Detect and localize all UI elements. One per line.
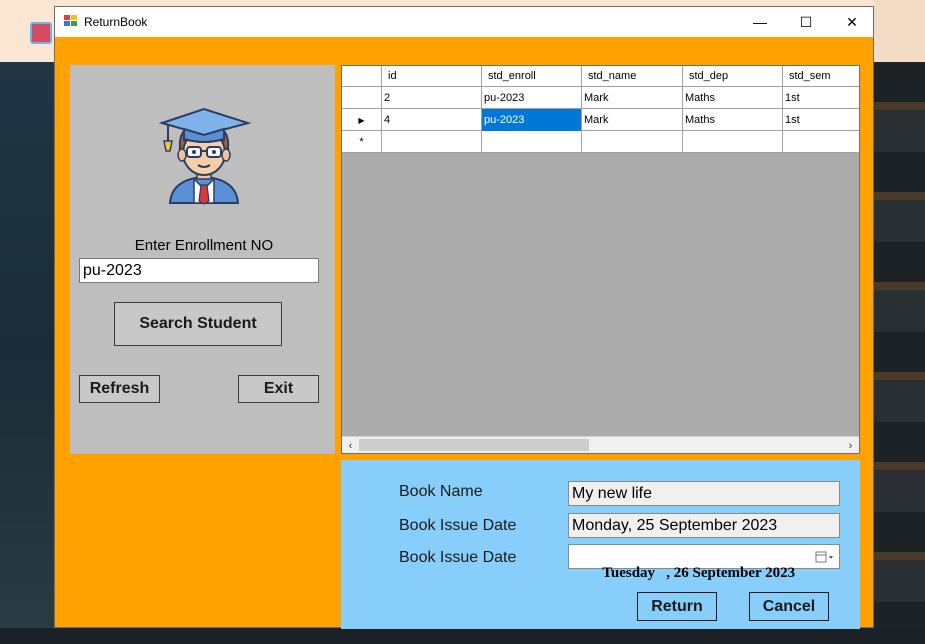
calendar-dropdown-icon[interactable] — [815, 550, 835, 564]
return-date-label: Book Issue Date — [399, 549, 517, 566]
cell-std-name[interactable]: Mark — [582, 87, 683, 109]
window-title: ReturnBook — [84, 15, 148, 29]
column-header-std-enroll[interactable]: std_enroll — [482, 66, 582, 87]
scroll-left-arrow-icon[interactable]: ‹ — [342, 437, 359, 454]
cell-std-enroll[interactable] — [482, 131, 582, 153]
current-row-marker[interactable]: ▶ — [342, 109, 382, 131]
return-date-value: Tuesday , 26 September 2023 — [602, 565, 796, 581]
book-name-field[interactable] — [568, 481, 840, 506]
cell-std-name[interactable]: Mark — [582, 109, 683, 131]
scroll-right-arrow-icon[interactable]: › — [842, 437, 859, 454]
desktop-background-bookshelf — [874, 62, 925, 644]
close-button[interactable]: ✕ — [829, 7, 875, 37]
cell-std-dep[interactable]: Maths — [683, 109, 783, 131]
search-panel: Enter Enrollment NO Search Student Refre… — [70, 65, 335, 454]
cell-std-sem[interactable]: 1st — [783, 87, 859, 109]
row-header[interactable] — [342, 87, 382, 109]
return-date-picker[interactable]: Tuesday , 26 September 2023 — [568, 544, 840, 581]
cancel-button[interactable]: Cancel — [749, 592, 829, 621]
maximize-button[interactable]: ☐ — [783, 7, 829, 37]
return-form-panel: Book Name Book Issue Date Book Issue Dat… — [341, 460, 860, 629]
column-header-std-name[interactable]: std_name — [582, 66, 683, 87]
desktop-background-bottom — [0, 628, 925, 644]
row-header-corner[interactable] — [342, 66, 382, 87]
student-data-grid[interactable]: id std_enroll std_name std_dep std_sem 2… — [341, 65, 860, 454]
column-header-std-dep[interactable]: std_dep — [683, 66, 783, 87]
new-row-marker[interactable]: * — [342, 131, 382, 153]
table-row[interactable]: 2 pu-2023 Mark Maths 1st — [342, 87, 859, 109]
scrollbar-thumb[interactable] — [359, 439, 589, 451]
cell-id[interactable]: 4 — [382, 109, 482, 131]
cell-std-name[interactable] — [582, 131, 683, 153]
graduate-student-icon — [158, 107, 252, 205]
enrollment-label: Enter Enrollment NO — [134, 237, 274, 254]
issue-date-field[interactable] — [568, 513, 840, 538]
column-header-std-sem[interactable]: std_sem — [783, 66, 859, 87]
refresh-button[interactable]: Refresh — [79, 375, 160, 403]
enrollment-input[interactable] — [79, 258, 319, 283]
cell-std-enroll[interactable]: pu-2023 — [482, 87, 582, 109]
exit-button[interactable]: Exit — [238, 375, 319, 403]
cell-std-dep[interactable] — [683, 131, 783, 153]
issue-date-label: Book Issue Date — [399, 517, 517, 534]
desktop-icon[interactable] — [30, 22, 52, 44]
returnbook-window: ReturnBook — ☐ ✕ Enter Enrollment NO pu-… — [54, 6, 874, 629]
cell-std-sem[interactable] — [783, 131, 859, 153]
table-row[interactable]: ▶ 4 pu-2023 Mark Maths 1st — [342, 109, 859, 131]
return-button[interactable]: Return — [637, 592, 717, 621]
app-window-icon — [64, 15, 78, 28]
minimize-button[interactable]: — — [737, 7, 783, 37]
title-bar[interactable]: ReturnBook — ☐ ✕ — [55, 7, 873, 37]
column-header-id[interactable]: id — [382, 66, 482, 87]
search-student-button[interactable]: Search Student — [114, 302, 282, 346]
horizontal-scrollbar[interactable]: ‹ › — [342, 436, 859, 453]
cell-std-sem[interactable]: 1st — [783, 109, 859, 131]
book-name-label: Book Name — [399, 483, 483, 500]
cell-id[interactable] — [382, 131, 482, 153]
new-row[interactable]: * — [342, 131, 859, 153]
cell-std-enroll-selected[interactable]: pu-2023 — [482, 109, 582, 131]
desktop-background-topright — [874, 0, 925, 62]
cell-std-dep[interactable]: Maths — [683, 87, 783, 109]
desktop-background-left — [0, 62, 54, 644]
cell-id[interactable]: 2 — [382, 87, 482, 109]
grid-header-row: id std_enroll std_name std_dep std_sem — [342, 66, 859, 87]
